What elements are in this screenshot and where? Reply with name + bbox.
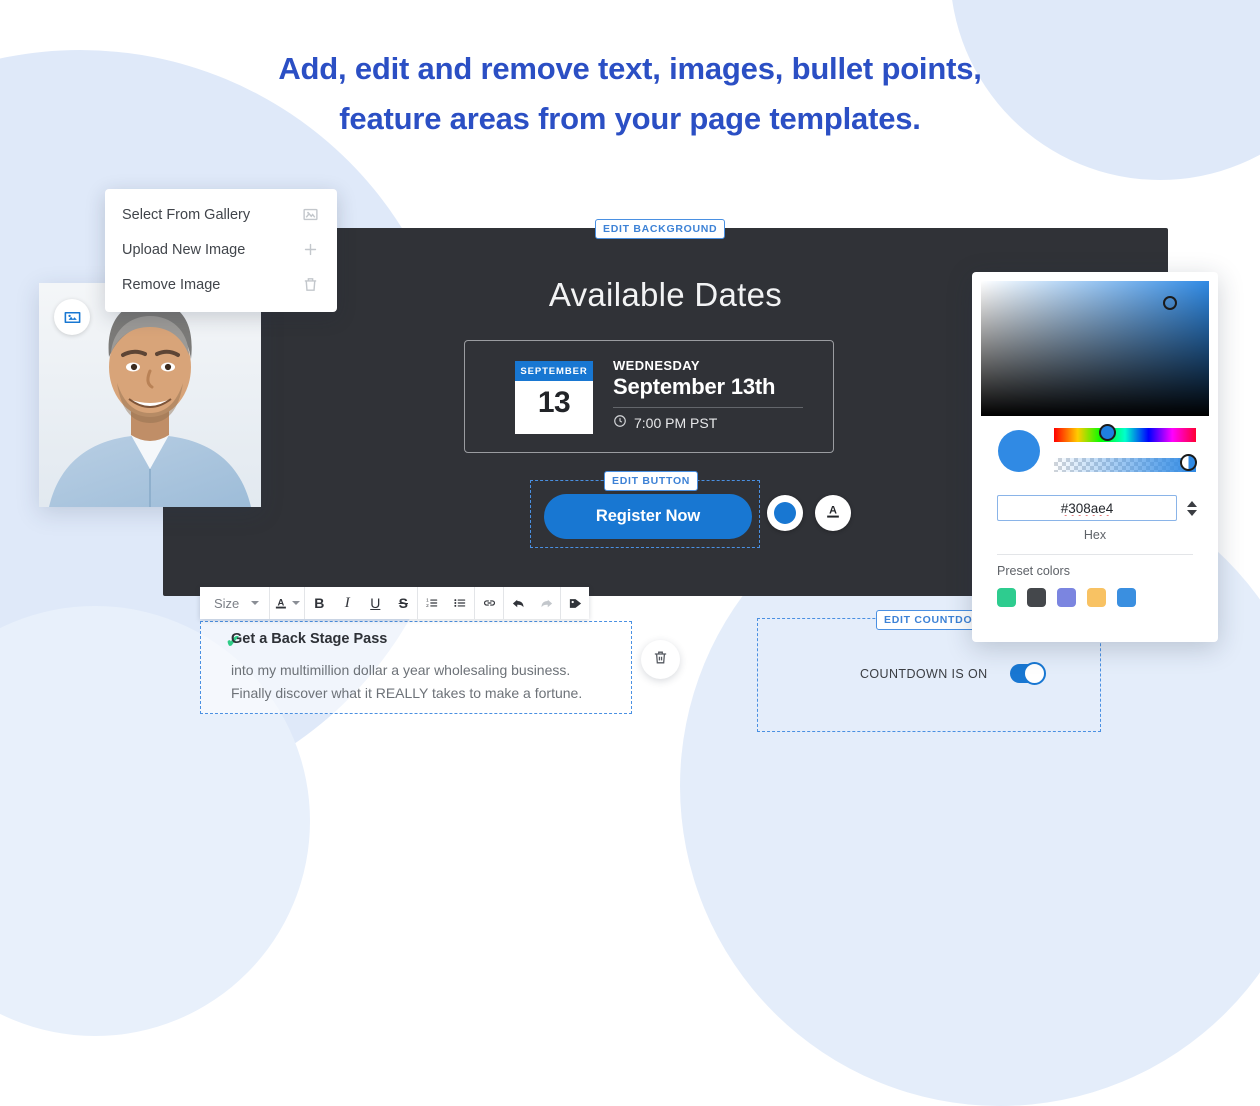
hue-slider-handle[interactable]	[1099, 424, 1116, 441]
preset-swatch-periwinkle[interactable]	[1057, 588, 1076, 607]
undo-button[interactable]	[504, 587, 532, 619]
hex-stepper[interactable]	[1185, 496, 1199, 520]
hex-caption: Hex	[972, 528, 1218, 542]
saturation-value-area[interactable]	[981, 281, 1209, 416]
date-weekday: WEDNESDAY	[613, 358, 813, 373]
menu-item-label: Remove Image	[122, 277, 220, 293]
toolbar-group-color: A	[270, 587, 305, 619]
edit-button-chip[interactable]: EDIT BUTTON	[604, 471, 698, 491]
text-color-button[interactable]: A	[270, 587, 304, 619]
bold-button[interactable]: B	[305, 587, 333, 619]
stepper-up-icon[interactable]	[1187, 501, 1197, 507]
text-editor-toolbar[interactable]: Size A B I U S 1 2	[200, 587, 589, 619]
toolbar-group-link	[475, 587, 504, 619]
numbered-list-button[interactable]: 1 2	[418, 587, 446, 619]
preset-swatch-green[interactable]	[997, 588, 1016, 607]
hue-slider[interactable]	[1054, 428, 1196, 442]
delete-text-block-button[interactable]	[641, 640, 680, 679]
svg-text:A: A	[829, 504, 837, 516]
date-badge-day: 13	[515, 381, 593, 425]
color-swatch-icon	[774, 502, 796, 524]
trash-icon	[302, 276, 319, 293]
image-picker-icon[interactable]	[54, 299, 90, 335]
plus-icon	[302, 241, 319, 258]
image-element-card[interactable]	[39, 283, 261, 507]
menu-item-label: Upload New Image	[122, 242, 245, 258]
headline-line-1: Add, edit and remove text, images, bulle…	[0, 44, 1260, 94]
svg-text:A: A	[278, 597, 285, 607]
page-headline: Add, edit and remove text, images, bulle…	[0, 44, 1260, 144]
preset-swatch-blue[interactable]	[1117, 588, 1136, 607]
toolbar-group-tag	[561, 587, 589, 619]
clock-icon	[613, 414, 627, 431]
text-color-icon: A	[823, 501, 843, 526]
menu-item-label: Select From Gallery	[122, 207, 250, 223]
current-color-preview	[998, 430, 1040, 472]
countdown-row: COUNTDOWN IS ON	[860, 664, 1044, 683]
image-icon	[302, 206, 319, 223]
date-info: WEDNESDAY September 13th 7:00 PM PST	[613, 358, 813, 431]
preset-divider	[997, 554, 1193, 555]
tag-button[interactable]	[561, 587, 589, 619]
bullet-list-button[interactable]	[446, 587, 474, 619]
toolbar-group-format: B I U S	[305, 587, 418, 619]
hex-input[interactable]	[997, 495, 1177, 521]
svg-text:2: 2	[426, 603, 429, 608]
feature-text-title: Get a Back Stage Pass	[231, 631, 387, 647]
trash-icon	[652, 649, 669, 671]
image-context-menu[interactable]: Select From Gallery Upload New Image Rem…	[105, 189, 337, 312]
feature-text-body: into my multimillion dollar a year whole…	[231, 659, 631, 705]
underline-button[interactable]: U	[361, 587, 389, 619]
toolbar-group-history	[504, 587, 561, 619]
preset-swatch-orange[interactable]	[1087, 588, 1106, 607]
date-badge: SEPTEMBER 13	[515, 361, 593, 434]
button-text-color-tool[interactable]: A	[815, 495, 851, 531]
countdown-status-label: COUNTDOWN IS ON	[860, 667, 988, 681]
preset-swatch-dark-gray[interactable]	[1027, 588, 1046, 607]
font-size-dropdown[interactable]: Size	[200, 596, 269, 611]
menu-item-upload-new-image[interactable]: Upload New Image	[105, 232, 337, 267]
register-now-button[interactable]: Register Now	[544, 494, 752, 539]
svg-text:1: 1	[426, 597, 429, 602]
date-full: September 13th	[613, 374, 813, 400]
color-picker-panel[interactable]: Hex Preset colors	[972, 272, 1218, 642]
redo-button[interactable]	[532, 587, 560, 619]
chevron-down-icon	[251, 601, 259, 605]
menu-item-select-from-gallery[interactable]: Select From Gallery	[105, 197, 337, 232]
strikethrough-button[interactable]: S	[389, 587, 417, 619]
font-size-label: Size	[214, 596, 239, 611]
link-button[interactable]	[475, 587, 503, 619]
button-color-tool[interactable]	[767, 495, 803, 531]
countdown-toggle[interactable]	[1010, 664, 1044, 683]
edit-background-chip[interactable]: EDIT BACKGROUND	[595, 219, 725, 239]
toolbar-group-lists: 1 2	[418, 587, 475, 619]
headline-line-2: feature areas from your page templates.	[0, 94, 1260, 144]
toolbar-group-size: Size	[200, 587, 270, 619]
chevron-down-icon	[292, 601, 300, 605]
feature-text-body-line-1: into my multimillion dollar a year whole…	[231, 659, 631, 682]
alpha-slider[interactable]	[1054, 458, 1196, 472]
italic-button[interactable]: I	[333, 587, 361, 619]
feature-text-block[interactable]: ✔ Get a Back Stage Pass into my multimil…	[200, 621, 632, 714]
toggle-knob	[1023, 662, 1046, 685]
feature-text-body-line-2: Finally discover what it REALLY takes to…	[231, 682, 631, 705]
date-divider	[613, 407, 803, 408]
saturation-handle[interactable]	[1163, 296, 1177, 310]
menu-item-remove-image[interactable]: Remove Image	[105, 267, 337, 302]
date-time-row: 7:00 PM PST	[613, 414, 813, 431]
alpha-slider-handle[interactable]	[1180, 454, 1197, 471]
preset-colors-row	[997, 588, 1136, 607]
date-card[interactable]: SEPTEMBER 13 WEDNESDAY September 13th 7:…	[464, 340, 834, 453]
date-badge-month: SEPTEMBER	[515, 361, 593, 381]
date-time-text: 7:00 PM PST	[634, 415, 717, 431]
stepper-down-icon[interactable]	[1187, 510, 1197, 516]
preset-colors-label: Preset colors	[997, 564, 1070, 578]
